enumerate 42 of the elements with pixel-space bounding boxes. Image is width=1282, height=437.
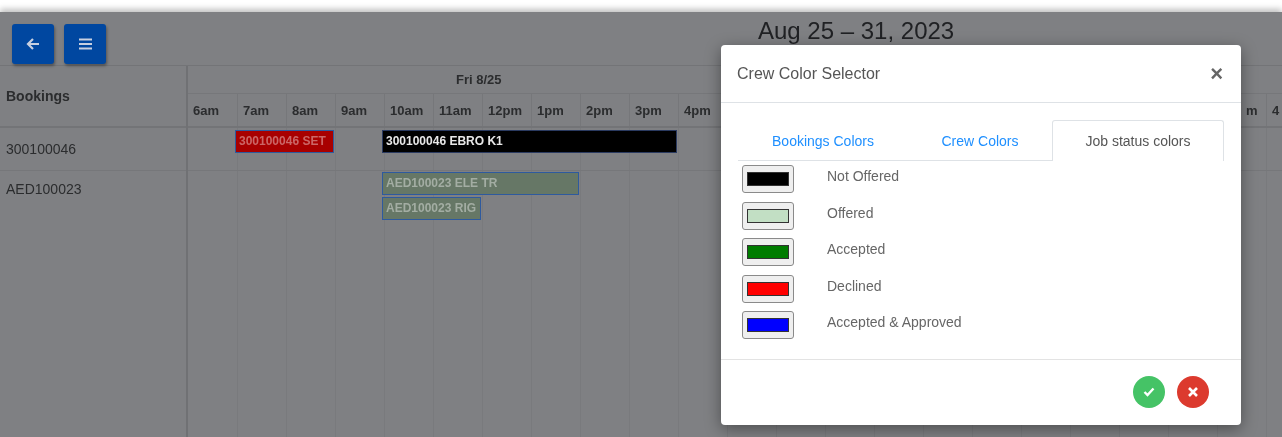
back-button[interactable] <box>12 24 54 64</box>
color-swatch[interactable] <box>742 238 794 266</box>
color-swatch[interactable] <box>742 311 794 339</box>
booking-event[interactable]: 300100046 EBRO K1 <box>382 130 677 153</box>
hour-label: 10am <box>384 94 433 126</box>
hour-label: 2pm <box>580 94 629 126</box>
back-arrow-icon <box>26 37 40 51</box>
booking-name: AED100023 <box>6 181 82 197</box>
hour-label: 1pm <box>531 94 580 126</box>
hour-label: 7am <box>237 94 286 126</box>
hour-label: 12pm <box>482 94 531 126</box>
booking-event[interactable]: AED100023 RIG <box>382 197 481 220</box>
dialog-title: Crew Color Selector <box>737 64 881 83</box>
booking-event[interactable]: 300100046 SET <box>235 130 334 153</box>
color-swatch[interactable] <box>742 274 794 303</box>
column-header: Bookings <box>6 88 70 104</box>
status-label: Accepted & Approved <box>827 313 962 330</box>
close-icon <box>1188 387 1198 397</box>
color-swatch[interactable] <box>742 201 794 230</box>
status-label: Accepted <box>827 240 886 257</box>
tab[interactable]: Crew Colors <box>908 120 1052 160</box>
hour-label: 8am <box>286 94 335 126</box>
date-range-title: Aug 25 – 31, 2023 <box>758 18 955 44</box>
day-header: Fri 8/25 <box>456 72 502 87</box>
check-icon <box>1143 387 1155 397</box>
tab[interactable]: Job status colors <box>1052 120 1224 161</box>
menu-button[interactable] <box>64 24 106 64</box>
hour-label: 4 <box>1266 94 1282 126</box>
close-button[interactable]: × <box>1210 62 1223 85</box>
status-label: Not Offered <box>827 167 900 184</box>
hour-label: 6am <box>192 101 221 120</box>
menu-icon <box>78 38 92 50</box>
hour-label: 3pm <box>629 94 678 126</box>
hour-label: 9am <box>335 94 384 126</box>
booking-name: 300100046 <box>6 141 77 157</box>
booking-event[interactable]: AED100023 ELE TR <box>382 172 579 195</box>
hour-label: 11am <box>433 94 482 126</box>
status-label: Offered <box>827 203 874 221</box>
cancel-button[interactable] <box>1177 376 1209 408</box>
status-label: Declined <box>827 276 882 294</box>
tab[interactable]: Bookings Colors <box>738 120 908 160</box>
color-swatch[interactable] <box>742 165 794 193</box>
